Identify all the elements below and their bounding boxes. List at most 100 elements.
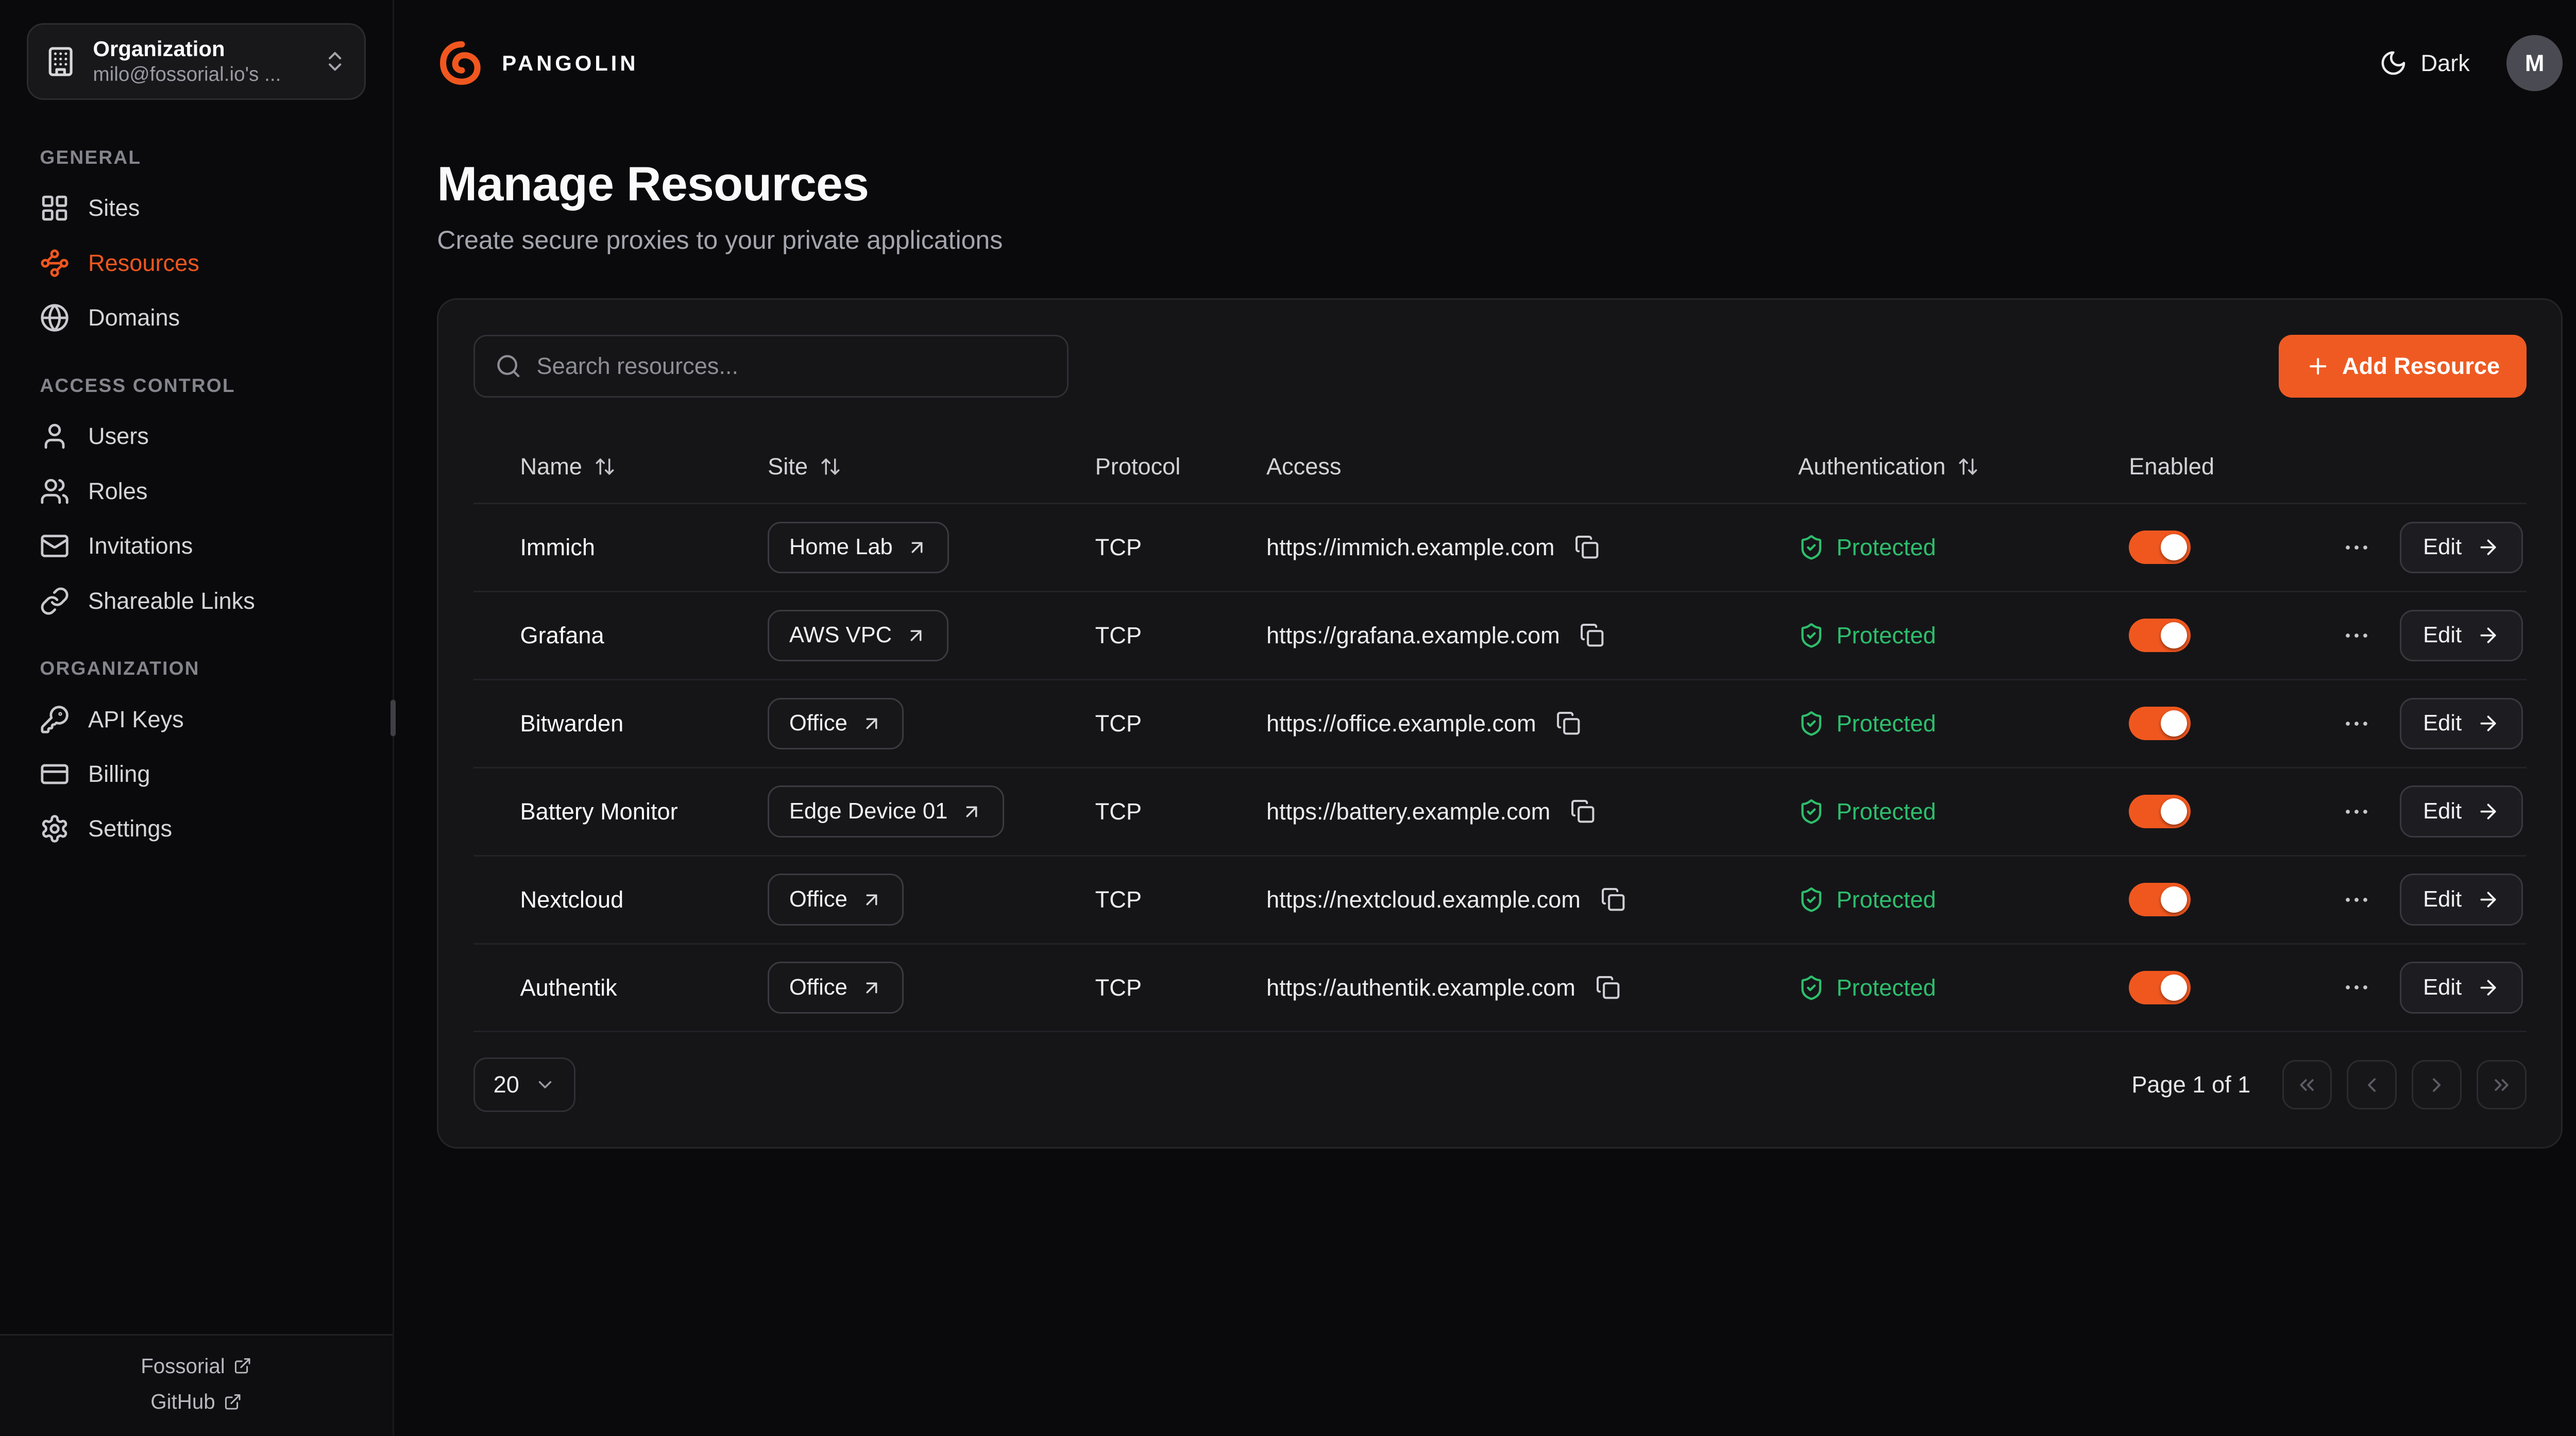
auth-status-label: Protected xyxy=(1836,798,1936,825)
edit-button[interactable]: Edit xyxy=(2400,698,2523,749)
avatar[interactable]: M xyxy=(2506,35,2563,92)
sidebar-item-sites[interactable]: Sites xyxy=(27,182,366,235)
next-page-button[interactable] xyxy=(2412,1060,2462,1110)
copy-button[interactable] xyxy=(1577,620,1608,651)
edit-button[interactable]: Edit xyxy=(2400,522,2523,573)
brand-home-link[interactable]: PANGOLIN xyxy=(437,38,638,88)
row-actions-menu-button[interactable] xyxy=(2335,614,2378,657)
access-cell: https://immich.example.com xyxy=(1266,532,1798,563)
layout-grid-icon xyxy=(40,193,70,223)
access-url: https://office.example.com xyxy=(1266,710,1536,737)
enabled-toggle[interactable] xyxy=(2129,971,2190,1004)
column-label: Name xyxy=(520,453,582,480)
topbar-right: Dark M xyxy=(2379,35,2563,92)
edit-label: Edit xyxy=(2423,887,2462,912)
sidebar-item-domains[interactable]: Domains xyxy=(27,292,366,345)
enabled-toggle[interactable] xyxy=(2129,531,2190,564)
sidebar-item-resources[interactable]: Resources xyxy=(27,236,366,289)
enabled-toggle[interactable] xyxy=(2129,707,2190,740)
link-icon xyxy=(40,586,70,616)
chevron-right-icon xyxy=(2425,1073,2448,1097)
sidebar-item-label: Resources xyxy=(88,250,199,277)
protocol-cell: TCP xyxy=(1095,710,1266,737)
toggle-knob xyxy=(2161,710,2188,737)
sidebar-item-billing[interactable]: Billing xyxy=(27,747,366,800)
row-actions-menu-button[interactable] xyxy=(2335,702,2378,745)
copy-icon xyxy=(1570,799,1595,824)
toggle-knob xyxy=(2161,798,2188,825)
site-cell: AWS VPC xyxy=(768,610,1095,661)
edit-label: Edit xyxy=(2423,623,2462,648)
site-link-button[interactable]: Home Lab xyxy=(768,522,949,573)
enabled-toggle[interactable] xyxy=(2129,883,2190,916)
site-link-button[interactable]: Office xyxy=(768,874,904,925)
ellipsis-icon xyxy=(2342,797,2371,827)
edit-button[interactable]: Edit xyxy=(2400,962,2523,1013)
add-resource-button[interactable]: Add Resource xyxy=(2279,335,2526,398)
toggle-knob xyxy=(2161,886,2188,913)
column-header-access: Access xyxy=(1266,453,1798,480)
sort-icon xyxy=(1957,456,1979,477)
resource-name-cell: Bitwarden xyxy=(473,710,768,737)
copy-button[interactable] xyxy=(1571,532,1603,563)
row-actions-menu-button[interactable] xyxy=(2335,790,2378,833)
prev-page-button[interactable] xyxy=(2347,1060,2397,1110)
shield-check-icon xyxy=(1798,886,1825,913)
copy-button[interactable] xyxy=(1553,708,1584,739)
last-page-button[interactable] xyxy=(2477,1060,2527,1110)
column-header-name[interactable]: Name xyxy=(473,453,768,480)
edit-button[interactable]: Edit xyxy=(2400,785,2523,837)
arrow-up-right-icon xyxy=(905,625,927,646)
chevrons-left-icon xyxy=(2295,1073,2318,1097)
org-selector[interactable]: Organization milo@fossorial.io's ... xyxy=(27,23,366,99)
first-page-button[interactable] xyxy=(2282,1060,2332,1110)
sidebar-item-roles[interactable]: Roles xyxy=(27,465,366,518)
copy-button[interactable] xyxy=(1567,796,1599,827)
theme-toggle-button[interactable]: Dark xyxy=(2379,49,2470,77)
sidebar-item-label: Roles xyxy=(88,478,147,505)
auth-status-label: Protected xyxy=(1836,710,1936,737)
page-size-select[interactable]: 20 xyxy=(473,1057,575,1112)
enabled-cell xyxy=(2129,531,2312,564)
auth-status-label: Protected xyxy=(1836,975,1936,1001)
column-header-authentication[interactable]: Authentication xyxy=(1798,453,2129,480)
footer-link-fossorial[interactable]: Fossorial xyxy=(141,1354,251,1378)
row-actions-menu-button[interactable] xyxy=(2335,526,2378,569)
copy-button[interactable] xyxy=(1597,884,1629,915)
ellipsis-icon xyxy=(2342,709,2371,739)
column-header-site[interactable]: Site xyxy=(768,453,1095,480)
sidebar-item-shareable-links[interactable]: Shareable Links xyxy=(27,574,366,627)
search-input[interactable] xyxy=(537,353,1047,380)
row-actions-menu-button[interactable] xyxy=(2335,966,2378,1010)
site-link-button[interactable]: Office xyxy=(768,698,904,749)
footer-link-label: Fossorial xyxy=(141,1354,225,1378)
site-link-button[interactable]: AWS VPC xyxy=(768,610,948,661)
enabled-toggle[interactable] xyxy=(2129,619,2190,652)
sidebar-footer: Fossorial GitHub xyxy=(0,1334,393,1435)
sidebar-item-invitations[interactable]: Invitations xyxy=(27,519,366,572)
arrow-right-icon xyxy=(2477,888,2500,911)
site-link-button[interactable]: Edge Device 01 xyxy=(768,785,1004,837)
arrow-up-right-icon xyxy=(961,801,982,823)
sidebar-resize-handle[interactable] xyxy=(391,699,396,736)
enabled-toggle[interactable] xyxy=(2129,795,2190,828)
footer-link-github[interactable]: GitHub xyxy=(150,1390,242,1414)
site-link-button[interactable]: Office xyxy=(768,962,904,1013)
sidebar-item-users[interactable]: Users xyxy=(27,410,366,463)
mail-icon xyxy=(40,531,70,561)
credit-card-icon xyxy=(40,759,70,789)
edit-button[interactable]: Edit xyxy=(2400,874,2523,925)
building-icon xyxy=(45,46,76,77)
site-cell: Office xyxy=(768,874,1095,925)
enabled-cell xyxy=(2129,971,2312,1004)
copy-button[interactable] xyxy=(1592,972,1623,1003)
edit-button[interactable]: Edit xyxy=(2400,610,2523,661)
sidebar-item-api-keys[interactable]: API Keys xyxy=(27,693,366,746)
enabled-cell xyxy=(2129,795,2312,828)
sidebar-item-settings[interactable]: Settings xyxy=(27,802,366,856)
row-actions-menu-button[interactable] xyxy=(2335,878,2378,921)
sidebar-item-label: Billing xyxy=(88,761,150,788)
access-cell: https://grafana.example.com xyxy=(1266,620,1798,651)
access-url: https://nextcloud.example.com xyxy=(1266,886,1581,913)
waypoints-icon xyxy=(40,248,70,278)
